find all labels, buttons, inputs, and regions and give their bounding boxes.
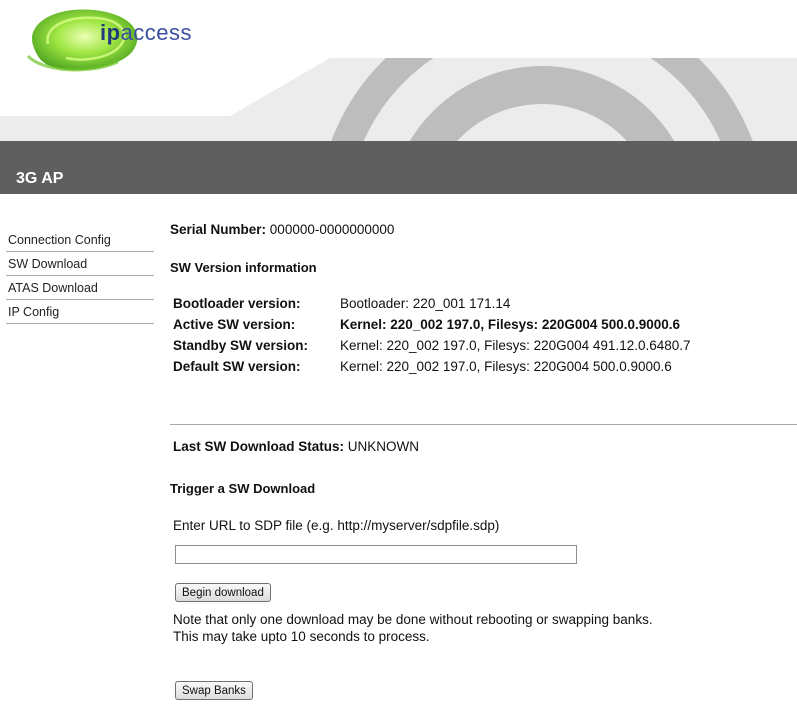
swap-banks-button[interactable]: Swap Banks	[175, 681, 253, 700]
version-label: Active SW version:	[173, 317, 296, 332]
version-value: Kernel: 220_002 197.0, Filesys: 220G004 …	[340, 338, 691, 353]
sidebar-item-ip-config[interactable]: IP Config	[6, 300, 154, 324]
sw-version-heading: SW Version information	[170, 260, 317, 275]
last-download-status: Last SW Download Status: UNKNOWN	[173, 439, 419, 454]
version-value: Bootloader: 220_001 171.14	[340, 296, 511, 311]
begin-download-button[interactable]: Begin download	[175, 583, 271, 602]
version-row-bootloader: Bootloader version: Bootloader: 220_001 …	[170, 296, 797, 317]
version-label: Bootloader version:	[173, 296, 301, 311]
last-status-value: UNKNOWN	[347, 439, 420, 454]
sdp-url-input[interactable]	[175, 545, 577, 564]
sw-version-table: Bootloader version: Bootloader: 220_001 …	[170, 296, 797, 380]
version-value: Kernel: 220_002 197.0, Filesys: 220G004 …	[340, 359, 672, 374]
version-label: Default SW version:	[173, 359, 301, 374]
serial-number-label: Serial Number:	[170, 222, 267, 237]
version-value: Kernel: 220_002 197.0, Filesys: 220G004 …	[340, 317, 681, 332]
logo-wordmark: ipaccess	[100, 20, 193, 45]
download-note: Note that only one download may be done …	[173, 612, 653, 644]
section-divider	[170, 424, 797, 425]
sdp-url-label: Enter URL to SDP file (e.g. http://myser…	[173, 518, 500, 533]
serial-number-row: Serial Number: 000000-0000000000	[170, 222, 394, 237]
version-row-standby: Standby SW version: Kernel: 220_002 197.…	[170, 338, 797, 359]
version-row-default: Default SW version: Kernel: 220_002 197.…	[170, 359, 797, 380]
app-title: 3G AP	[16, 170, 64, 187]
sidebar-item-atas-download[interactable]: ATAS Download	[6, 276, 154, 300]
serial-number-value: 000000-0000000000	[269, 222, 395, 237]
banner-arcs-graphic	[0, 58, 797, 144]
sidebar-nav: Connection Config SW Download ATAS Downl…	[6, 228, 154, 324]
sidebar-item-sw-download[interactable]: SW Download	[6, 252, 154, 276]
trigger-download-heading: Trigger a SW Download	[170, 481, 316, 496]
version-label: Standby SW version:	[173, 338, 309, 353]
version-row-active: Active SW version: Kernel: 220_002 197.0…	[170, 317, 797, 338]
sidebar-item-connection-config[interactable]: Connection Config	[6, 228, 154, 252]
last-status-label: Last SW Download Status:	[173, 439, 345, 454]
title-bar: 3G AP	[0, 141, 797, 194]
